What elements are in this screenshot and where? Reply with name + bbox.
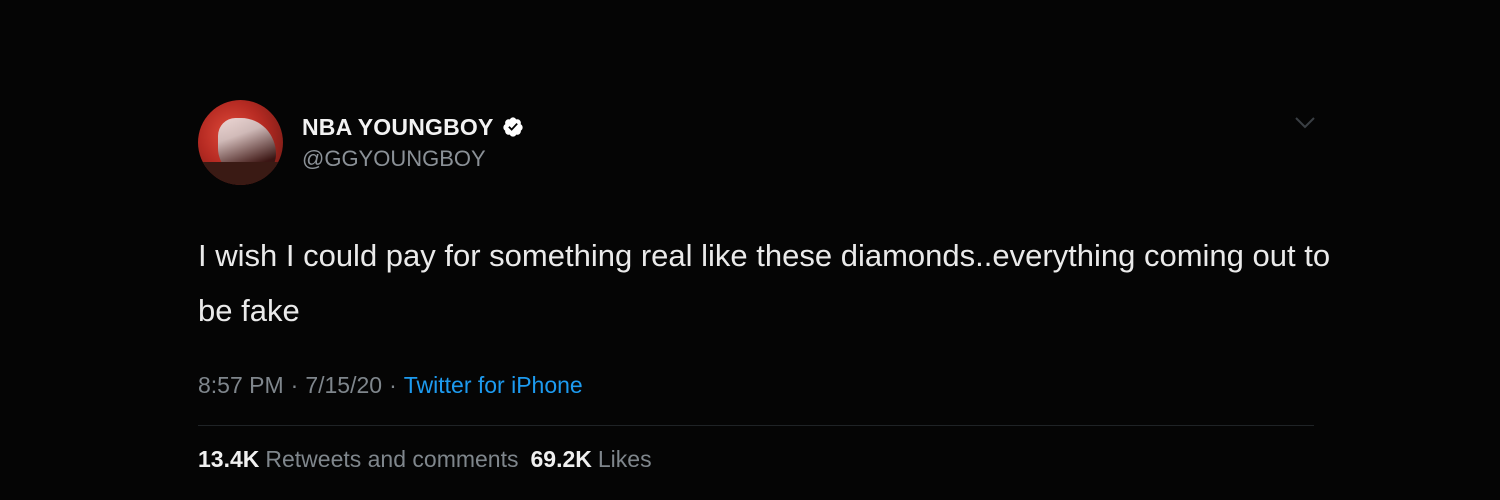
author-handle[interactable]: @GGYOUNGBOY [302, 146, 486, 172]
tweet-stats: 13.4K Retweets and comments 69.2K Likes [198, 446, 652, 473]
author-display-name[interactable]: NBA YOUNGBOY [302, 114, 494, 141]
tweet-text: I wish I could pay for something real li… [198, 238, 1331, 328]
tweet-time[interactable]: 8:57 PM [198, 372, 284, 399]
likes-count[interactable]: 69.2K [531, 446, 592, 473]
author-name-row: NBA YOUNGBOY [302, 112, 524, 142]
tweet-card: NBA YOUNGBOY @GGYOUNGBOY I wish I could … [0, 0, 1500, 500]
tweet-source-link[interactable]: Twitter for iPhone [404, 372, 583, 399]
meta-separator: · [290, 372, 299, 398]
retweets-label[interactable]: Retweets and comments [265, 446, 518, 473]
meta-separator: · [389, 372, 397, 398]
retweets-count[interactable]: 13.4K [198, 446, 259, 473]
chevron-down-icon[interactable] [1294, 116, 1316, 130]
verified-badge-icon [502, 117, 523, 137]
divider [198, 425, 1314, 426]
avatar[interactable] [198, 100, 283, 185]
likes-label[interactable]: Likes [598, 446, 652, 473]
tweet-meta: 8:57 PM · 7/15/20 · Twitter for iPhone [198, 372, 583, 399]
avatar-shadow [198, 162, 283, 185]
tweet-date[interactable]: 7/15/20 [305, 372, 382, 399]
